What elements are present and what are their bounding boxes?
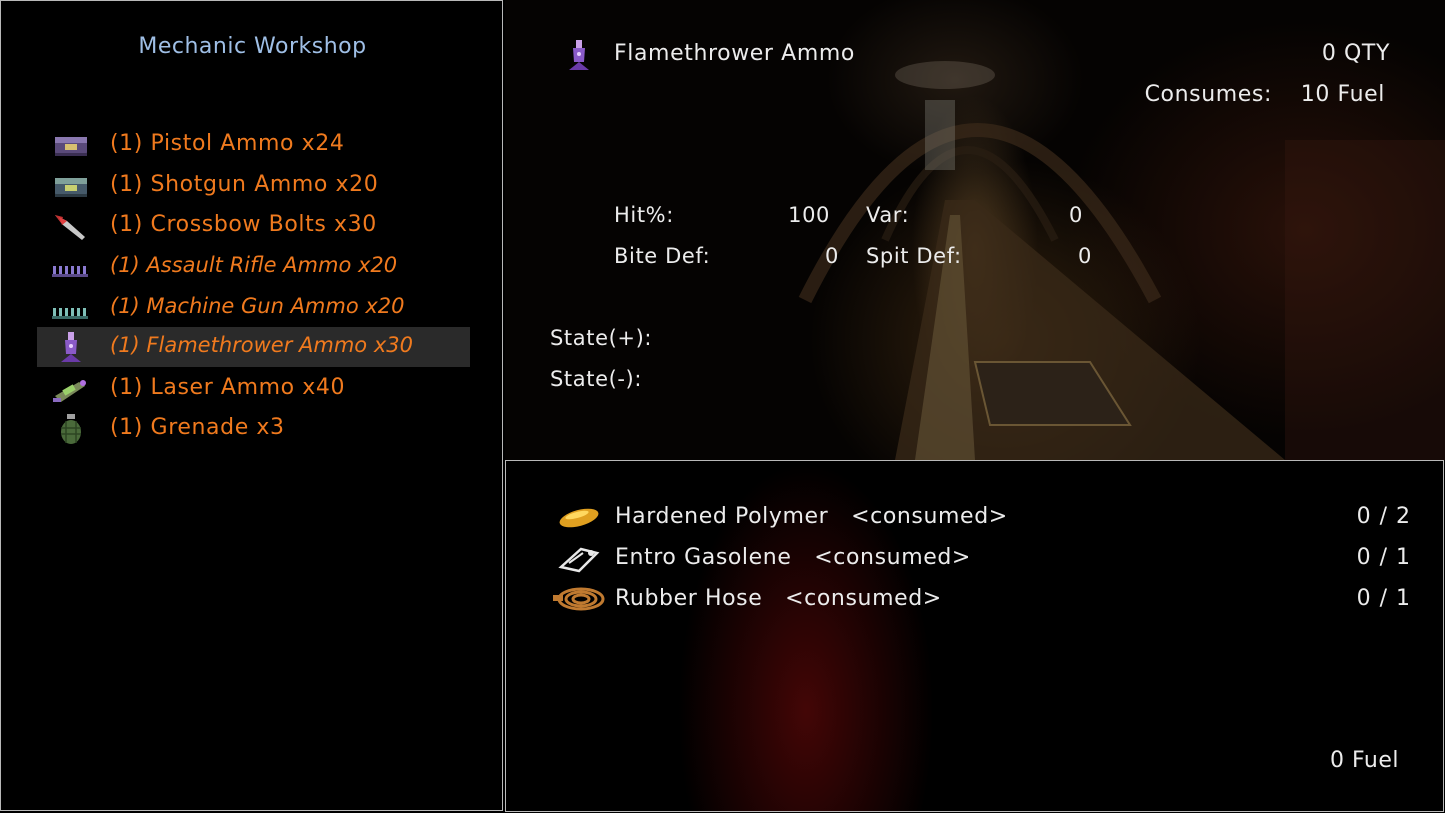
workshop-screen: Mechanic Workshop (1) Pistol Ammo x24 (1… bbox=[0, 0, 1445, 813]
var-value: 0 bbox=[1069, 203, 1083, 227]
var-label: Var: bbox=[866, 203, 910, 227]
materials-panel: Hardened Polymer <consumed> 0 / 2 Entro … bbox=[505, 460, 1444, 812]
gasoline-icon bbox=[551, 541, 607, 575]
recipe-item-laser-ammo[interactable]: (1) Laser Ammo x40 bbox=[37, 369, 470, 409]
flame-canister-icon bbox=[557, 37, 601, 73]
recipe-label: (1) Machine Gun Ammo x20 bbox=[110, 294, 405, 318]
material-name: Rubber Hose <consumed> bbox=[615, 586, 942, 611]
bite-def-value: 0 bbox=[825, 244, 839, 268]
ammo-box-icon bbox=[49, 128, 93, 162]
machine-gun-rounds-icon bbox=[49, 291, 93, 325]
material-count: 0 / 2 bbox=[1356, 504, 1411, 529]
state-minus-label: State(-): bbox=[550, 367, 643, 391]
recipe-label: (1) Shotgun Ammo x20 bbox=[110, 172, 379, 197]
fuel-total: 0 Fuel bbox=[1329, 748, 1399, 773]
recipe-label: (1) Flamethrower Ammo x30 bbox=[110, 333, 413, 357]
spit-def-label: Spit Def: bbox=[866, 244, 962, 268]
item-detail-panel: Flamethrower Ammo 0 QTY Consumes: 10 Fue… bbox=[505, 0, 1445, 460]
material-row-entro-gasolene: Entro Gasolene <consumed> 0 / 1 bbox=[551, 539, 1411, 579]
recipe-label: (1) Assault Rifle Ammo x20 bbox=[110, 253, 398, 277]
consumes-label: Consumes: bbox=[1144, 82, 1272, 107]
state-plus-label: State(+): bbox=[550, 326, 653, 350]
material-name: Entro Gasolene <consumed> bbox=[615, 545, 971, 570]
recipe-item-machine-gun-ammo[interactable]: (1) Machine Gun Ammo x20 bbox=[37, 288, 470, 328]
hit-value: 100 bbox=[788, 203, 830, 227]
rifle-rounds-icon bbox=[49, 250, 93, 284]
bite-def-label: Bite Def: bbox=[614, 244, 711, 268]
tunnel-background bbox=[798, 61, 1445, 460]
workshop-title: Mechanic Workshop bbox=[138, 34, 367, 59]
recipe-list-panel: Mechanic Workshop (1) Pistol Ammo x24 (1… bbox=[0, 0, 503, 811]
hit-label: Hit%: bbox=[614, 203, 674, 227]
material-row-hardened-polymer: Hardened Polymer <consumed> 0 / 2 bbox=[551, 498, 1411, 538]
recipe-item-grenade[interactable]: (1) Grenade x3 bbox=[37, 409, 470, 449]
material-name: Hardened Polymer <consumed> bbox=[615, 504, 1008, 529]
grenade-icon bbox=[49, 412, 93, 446]
recipe-item-shotgun-ammo[interactable]: (1) Shotgun Ammo x20 bbox=[37, 166, 470, 206]
crossbow-bolt-icon bbox=[49, 209, 93, 243]
item-name: Flamethrower Ammo bbox=[614, 41, 855, 66]
laser-cell-icon bbox=[49, 372, 93, 406]
recipe-item-flamethrower-ammo[interactable]: (1) Flamethrower Ammo x30 bbox=[37, 327, 470, 367]
recipe-item-assault-rifle-ammo[interactable]: (1) Assault Rifle Ammo x20 bbox=[37, 247, 470, 287]
recipe-label: (1) Grenade x3 bbox=[110, 415, 285, 440]
recipe-label: (1) Pistol Ammo x24 bbox=[110, 131, 345, 156]
recipe-label: (1) Crossbow Bolts x30 bbox=[110, 212, 377, 237]
material-count: 0 / 1 bbox=[1356, 545, 1411, 570]
material-row-rubber-hose: Rubber Hose <consumed> 0 / 1 bbox=[551, 580, 1411, 620]
flame-canister-icon bbox=[49, 330, 93, 364]
item-quantity: 0 QTY bbox=[1321, 41, 1390, 66]
rubber-hose-icon bbox=[551, 582, 607, 616]
polymer-icon bbox=[551, 500, 607, 534]
recipe-item-crossbow-bolts[interactable]: (1) Crossbow Bolts x30 bbox=[37, 206, 470, 246]
spit-def-value: 0 bbox=[1078, 244, 1092, 268]
ammo-box-icon bbox=[49, 169, 93, 203]
material-count: 0 / 1 bbox=[1356, 586, 1411, 611]
recipe-label: (1) Laser Ammo x40 bbox=[110, 375, 346, 400]
consumes-value: 10 Fuel bbox=[1300, 82, 1385, 107]
recipe-item-pistol-ammo[interactable]: (1) Pistol Ammo x24 bbox=[37, 125, 470, 165]
